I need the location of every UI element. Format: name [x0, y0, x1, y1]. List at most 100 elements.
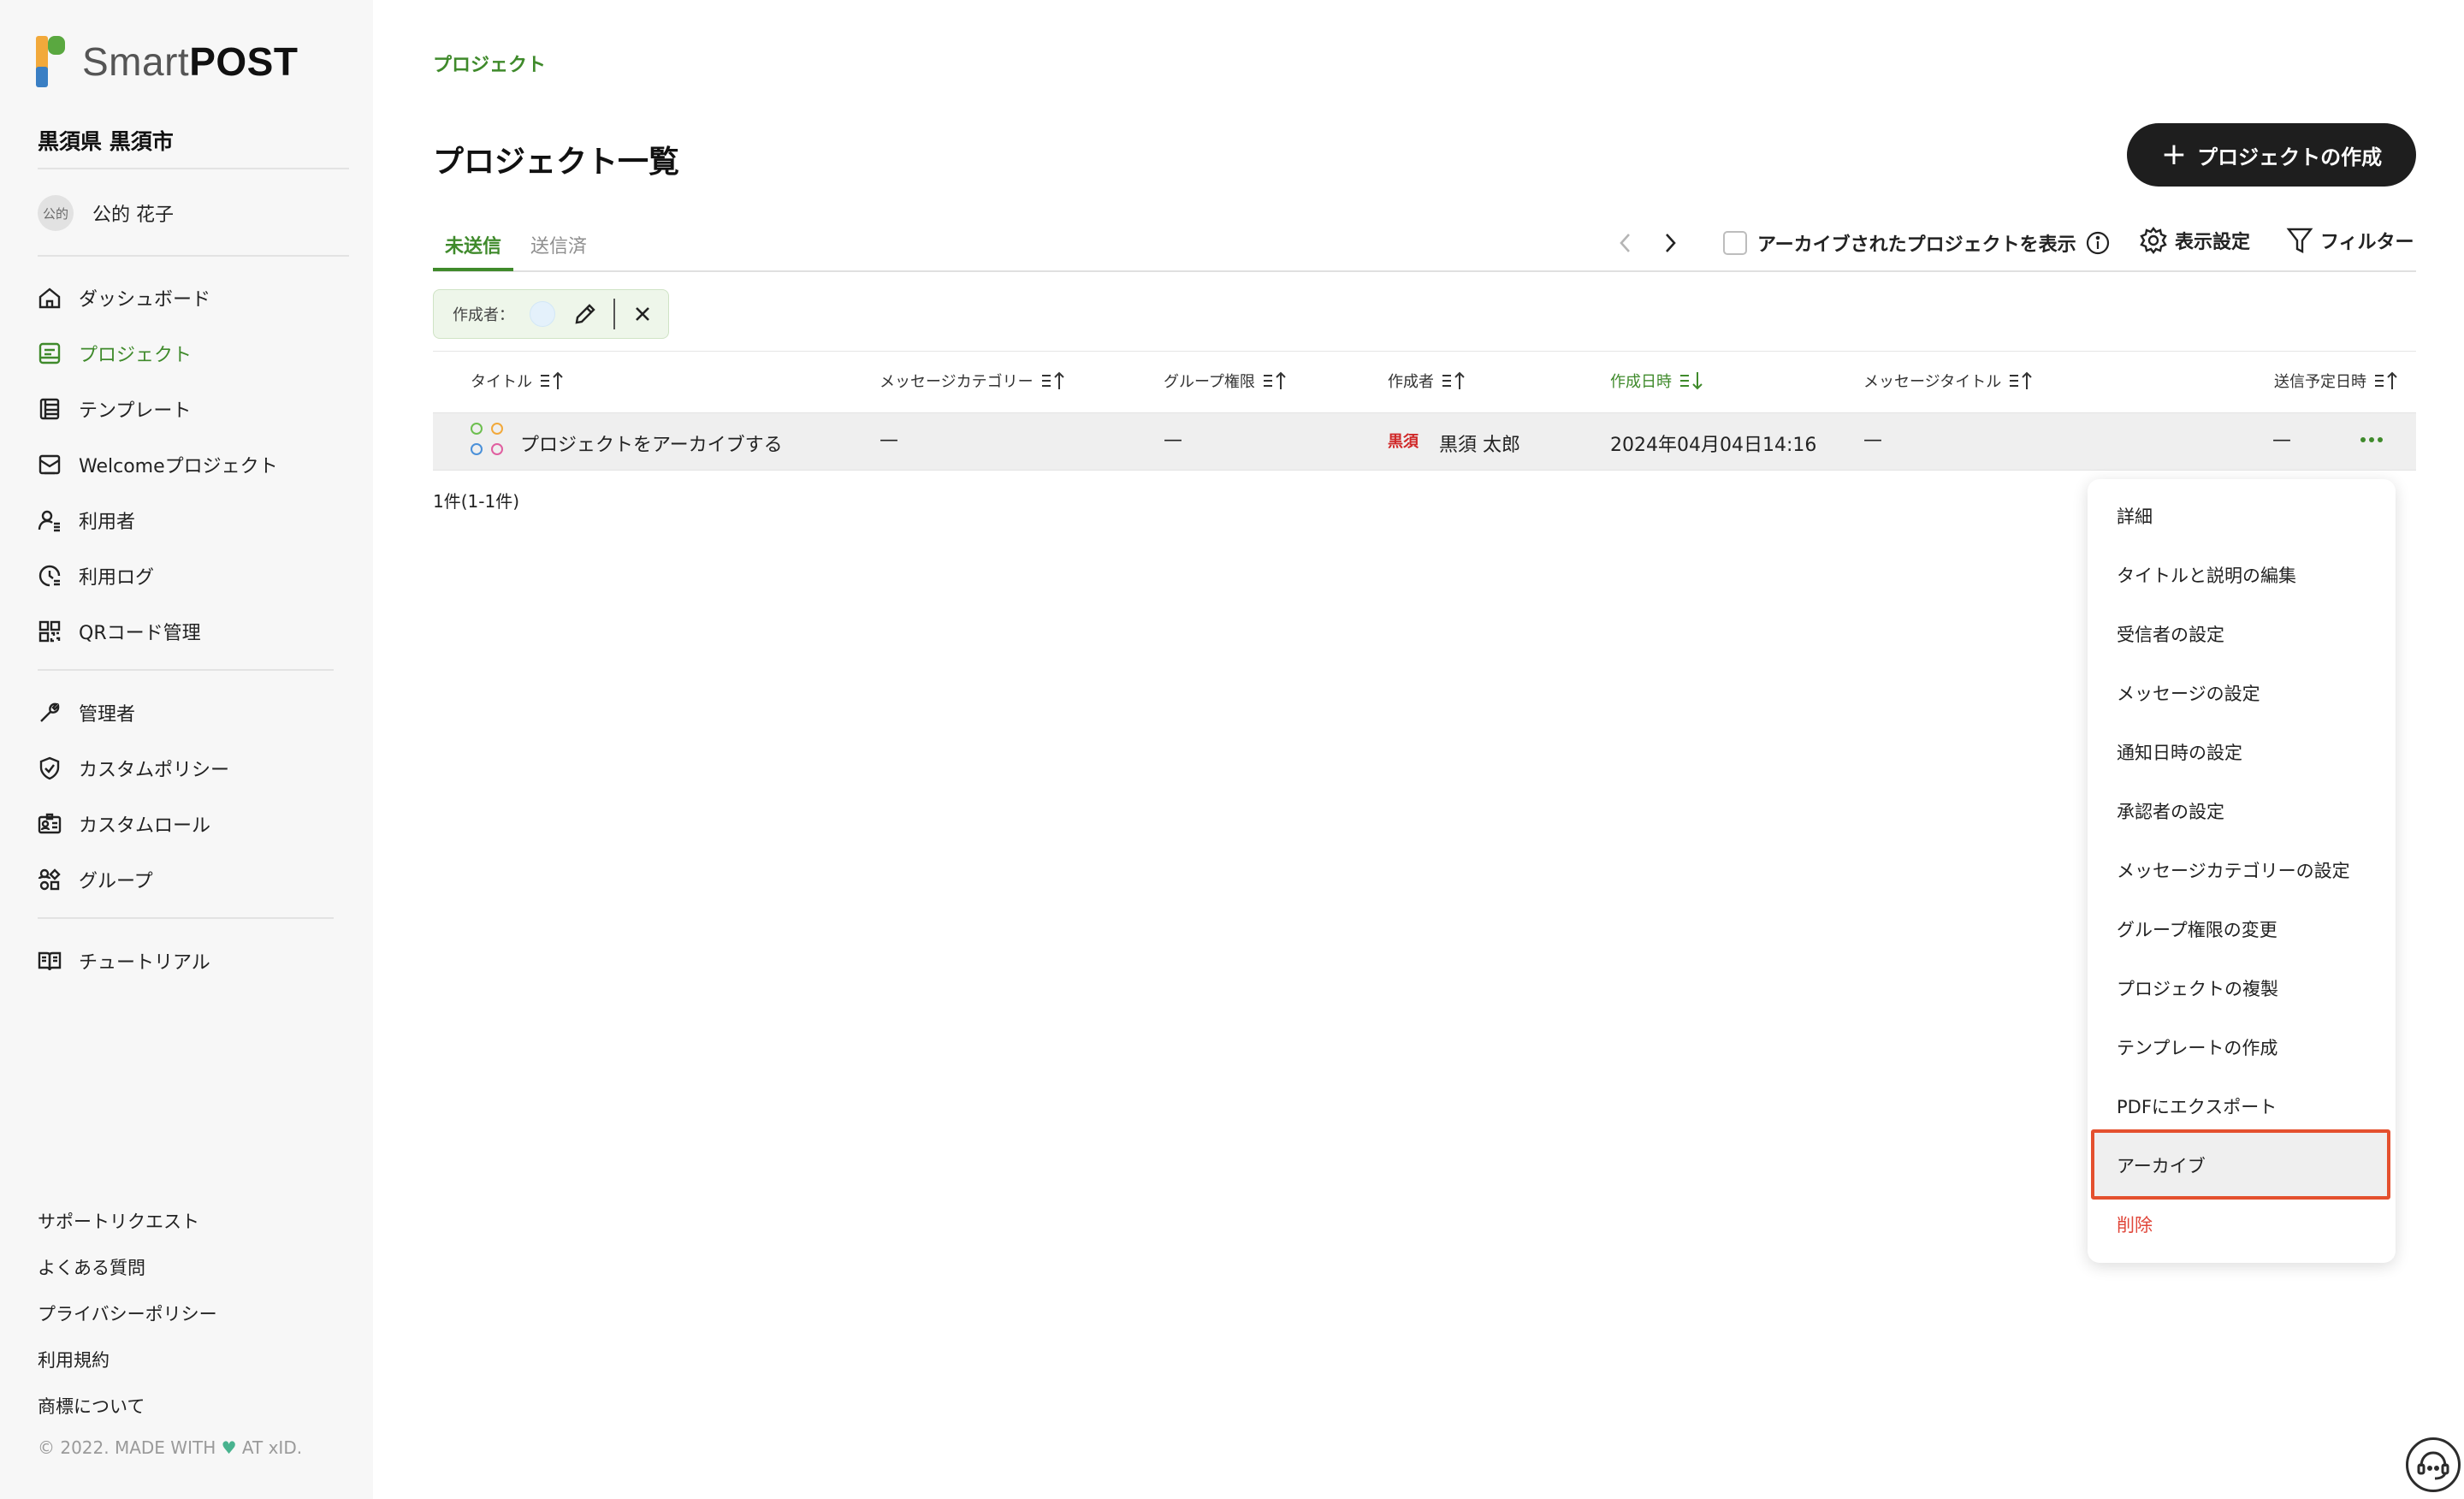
- close-icon[interactable]: [634, 305, 651, 323]
- current-user[interactable]: 公的 公的 花子: [38, 195, 174, 231]
- footer-link-trademark[interactable]: 商標について: [38, 1393, 145, 1419]
- creator-badge: 黒須: [1388, 433, 1419, 451]
- next-page-button[interactable]: [1655, 228, 1685, 258]
- menu-item-archive[interactable]: アーカイブ: [2117, 1152, 2206, 1178]
- tabs-divider: [433, 270, 2416, 272]
- sidebar-item-group[interactable]: グループ: [36, 861, 153, 898]
- chat-support-icon: [2417, 1451, 2449, 1480]
- group-icon: [36, 866, 63, 893]
- footer-link-privacy[interactable]: プライバシーポリシー: [38, 1301, 217, 1326]
- chevron-left-icon: [1620, 234, 1630, 252]
- footer-link-support[interactable]: サポートリクエスト: [38, 1208, 199, 1234]
- log-clock-icon: [36, 562, 63, 590]
- tab-unsent[interactable]: 未送信: [445, 231, 501, 258]
- sidebar: SmartPOST 黒須県 黒須市 公的 公的 花子 ダッシュボード プロジェク…: [0, 0, 373, 1499]
- project-icon: [36, 340, 63, 367]
- sidebar-item-project[interactable]: プロジェクト: [36, 335, 192, 372]
- menu-item-approvers[interactable]: 承認者の設定: [2117, 798, 2224, 824]
- sort-ascending-icon: [2375, 371, 2397, 389]
- chevron-right-icon: [1666, 234, 1676, 252]
- row-category: —: [880, 430, 898, 451]
- footer-link-terms[interactable]: 利用規約: [38, 1347, 110, 1372]
- footer-link-faq[interactable]: よくある質問: [38, 1254, 145, 1280]
- menu-item-notify-datetime[interactable]: 通知日時の設定: [2117, 739, 2242, 765]
- row-more-menu-button[interactable]: [2354, 428, 2389, 452]
- row-title[interactable]: プロジェクトをアーカイブする: [520, 430, 783, 457]
- sidebar-item-usage-log[interactable]: 利用ログ: [36, 557, 154, 595]
- show-archived-checkbox[interactable]: [1723, 231, 1747, 255]
- sort-ascending-icon: [1442, 371, 1465, 389]
- sort-ascending-icon: [2010, 371, 2032, 389]
- sidebar-item-custom-role[interactable]: カスタムロール: [36, 805, 210, 843]
- row-context-menu: 詳細 タイトルと説明の編集 受信者の設定 メッセージの設定 通知日時の設定 承認…: [2088, 479, 2396, 1263]
- user-name: 公的 花子: [92, 204, 174, 226]
- page-title: プロジェクト一覧: [433, 145, 680, 180]
- sidebar-item-template[interactable]: テンプレート: [36, 390, 191, 428]
- display-settings-button[interactable]: 表示設定: [2139, 226, 2250, 255]
- menu-item-recipients[interactable]: 受信者の設定: [2117, 621, 2224, 647]
- menu-item-group-permission[interactable]: グループ権限の変更: [2117, 916, 2277, 942]
- menu-item-export-pdf[interactable]: PDFにエクスポート: [2117, 1093, 2277, 1119]
- column-header-message-title[interactable]: メッセージタイトル: [1863, 370, 2035, 392]
- creator-avatar: [530, 301, 555, 327]
- chip-separator: [613, 299, 615, 329]
- sort-ascending-icon: [541, 371, 563, 389]
- filter-icon: [2286, 228, 2313, 253]
- sidebar-item-users[interactable]: 利用者: [36, 501, 135, 539]
- sidebar-item-admin[interactable]: 管理者: [36, 694, 135, 732]
- column-header-group-permission[interactable]: グループ権限: [1164, 370, 1289, 392]
- row-message-title: —: [1863, 430, 1882, 451]
- menu-item-edit-title[interactable]: タイトルと説明の編集: [2117, 562, 2296, 588]
- prev-page-button[interactable]: [1610, 228, 1641, 258]
- menu-item-delete[interactable]: 削除: [2117, 1212, 2153, 1237]
- welcome-mail-icon: [36, 451, 63, 478]
- menu-item-duplicate[interactable]: プロジェクトの複製: [2117, 975, 2278, 1001]
- pencil-icon[interactable]: [572, 301, 598, 327]
- sidebar-item-dashboard[interactable]: ダッシュボード: [36, 279, 210, 317]
- sort-descending-icon: [1680, 372, 1703, 390]
- wrench-icon: [36, 699, 63, 726]
- tab-sent[interactable]: 送信済: [530, 231, 587, 258]
- qr-code-icon: [36, 618, 63, 645]
- show-archived-toggle[interactable]: アーカイブされたプロジェクトを表示: [1723, 229, 2111, 257]
- sidebar-item-tutorial[interactable]: チュートリアル: [36, 942, 210, 980]
- sidebar-item-custom-policy[interactable]: カスタムポリシー: [36, 750, 229, 787]
- column-header-title[interactable]: タイトル: [471, 370, 566, 392]
- column-header-creator[interactable]: 作成者: [1388, 370, 1468, 392]
- creator-filter-chip: 作成者：: [433, 289, 669, 339]
- gear-icon: [2140, 227, 2167, 254]
- create-project-button[interactable]: + プロジェクトの作成: [2127, 123, 2416, 187]
- copyright: © 2022. MADE WITH ♥ AT xID.: [38, 1437, 303, 1458]
- users-icon: [36, 507, 63, 534]
- divider: [38, 168, 349, 169]
- smartpost-logo-icon: [36, 36, 65, 87]
- sidebar-item-welcome-project[interactable]: Welcomeプロジェクト: [36, 446, 278, 483]
- filter-button[interactable]: フィルター: [2286, 226, 2414, 255]
- menu-item-detail[interactable]: 詳細: [2117, 503, 2153, 529]
- column-header-scheduled[interactable]: 送信予定日時: [2274, 370, 2401, 392]
- support-chat-button[interactable]: [2406, 1437, 2461, 1492]
- sidebar-item-qr-code[interactable]: QRコード管理: [36, 613, 201, 650]
- column-header-created-at[interactable]: 作成日時: [1610, 370, 1706, 392]
- plus-icon: +: [2160, 137, 2188, 172]
- row-group-permission: —: [1164, 430, 1182, 451]
- menu-item-message-category[interactable]: メッセージカテゴリーの設定: [2117, 857, 2350, 883]
- app-title: SmartPOST: [82, 39, 299, 84]
- home-icon: [36, 284, 63, 311]
- column-header-message-category[interactable]: メッセージカテゴリー: [880, 370, 1068, 392]
- app-logo[interactable]: SmartPOST: [36, 36, 298, 87]
- table-top-border: [433, 351, 2416, 352]
- sort-ascending-icon: [1263, 371, 1286, 389]
- organization-name: 黒須県 黒須市: [38, 129, 174, 154]
- menu-item-message-settings[interactable]: メッセージの設定: [2117, 680, 2260, 706]
- row-creator: 黒須 太郎: [1439, 435, 1520, 456]
- project-status-icon: [471, 423, 506, 460]
- sort-ascending-icon: [1041, 371, 1064, 389]
- template-icon: [36, 395, 63, 423]
- breadcrumb[interactable]: プロジェクト: [433, 50, 546, 77]
- divider: [38, 669, 334, 671]
- avatar: 公的: [38, 195, 74, 231]
- info-icon[interactable]: [2085, 230, 2111, 256]
- divider: [38, 917, 334, 919]
- menu-item-create-template[interactable]: テンプレートの作成: [2117, 1034, 2277, 1060]
